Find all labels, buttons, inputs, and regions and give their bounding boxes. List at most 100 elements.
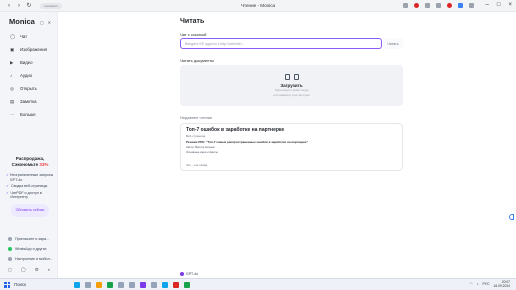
- settings-icon[interactable]: ◻: [8, 267, 12, 273]
- sidebar-item-note[interactable]: ▤ Заметка: [10, 95, 47, 108]
- profile-icon[interactable]: ◯: [21, 267, 26, 273]
- app-icon[interactable]: [118, 281, 124, 288]
- extension-icon[interactable]: [403, 3, 408, 8]
- invite-link[interactable]: Пригласите и зара...: [8, 234, 53, 244]
- sidebar-item-label: Больше: [20, 112, 36, 117]
- language-indicator[interactable]: РУС: [482, 282, 489, 286]
- sidebar-item-label: Изображения: [20, 47, 48, 52]
- taskbar: Поиск ◠ ♪ РУС 20:07 16.09.2024: [0, 278, 516, 290]
- recent-line: Основные идеи и факты: [186, 150, 218, 154]
- sidebar-item-label: Заметка: [20, 99, 37, 104]
- browser-toolbar: ‹ › ↻ monica.im Чтение - Monica – □ ×: [0, 0, 516, 12]
- extension-icon[interactable]: [447, 3, 452, 8]
- minimize-icon[interactable]: –: [486, 2, 489, 8]
- app-icon[interactable]: [162, 281, 168, 288]
- promo-features: ✓ Неограниченные запросы GPT-4o ✓ Сводка…: [6, 173, 54, 200]
- theme-icon[interactable]: ◐: [48, 267, 51, 273]
- sidebar-footer: ◻ ◯ ⚙ ◐: [8, 267, 51, 273]
- back-icon[interactable]: ‹: [6, 3, 12, 9]
- sidebar-item-label: Видео: [20, 60, 33, 65]
- app-icon[interactable]: [184, 281, 190, 288]
- app-icon[interactable]: [85, 281, 91, 288]
- sidebar-item-video[interactable]: ▶ Видео: [10, 56, 47, 69]
- app-icon[interactable]: [107, 281, 113, 288]
- sidebar-item-discover[interactable]: ◎ Открыть: [10, 82, 47, 95]
- wifi-icon[interactable]: ◠: [470, 282, 473, 286]
- url-section-label: Чат с ссылкой: [180, 32, 207, 37]
- sidebar-item-audio[interactable]: ♪ Аудио: [10, 69, 47, 82]
- volume-icon[interactable]: ♪: [477, 282, 479, 286]
- model-selector[interactable]: GPT-4o: [180, 272, 198, 276]
- system-tray: ◠ ♪ РУС 20:07 16.09.2024: [470, 280, 510, 288]
- recent-meta: Веб-страница: [186, 134, 206, 138]
- sidebar-menu: ◯ Чат ▣ Изображения ▶ Видео ♪ Аудио ◎ От…: [10, 30, 47, 121]
- extension-icon[interactable]: [414, 3, 419, 8]
- docs-section-label: Читать документы: [180, 58, 215, 63]
- model-icon: [180, 272, 184, 276]
- chat-icon: ◯: [10, 33, 16, 39]
- promo-feature: ✓ Неограниченные запросы GPT-4o: [6, 173, 54, 182]
- recent-section-label: Недавнее чтение: [180, 115, 213, 120]
- recent-footer: Чат · час назад: [186, 163, 208, 167]
- start-icon[interactable]: [4, 281, 10, 288]
- compass-icon: ◎: [10, 85, 14, 91]
- read-button[interactable]: Читать: [383, 38, 403, 49]
- window-icon[interactable]: ▢: [40, 20, 44, 25]
- sidebar-item-label: Открыть: [20, 86, 37, 91]
- window-controls: – □ ×: [486, 2, 512, 8]
- more-icon: ⋯: [10, 111, 15, 117]
- sidebar-item-images[interactable]: ▣ Изображения: [10, 43, 47, 56]
- whatsapp-icon: [8, 247, 12, 251]
- forward-icon[interactable]: ›: [16, 3, 22, 9]
- app-icon[interactable]: [173, 281, 179, 288]
- note-icon: ▤: [10, 98, 15, 104]
- maximize-icon[interactable]: □: [497, 2, 501, 8]
- upload-dropzone[interactable]: Загрузить Перетащите файл сюда или нажми…: [180, 65, 403, 106]
- browser-app-icon[interactable]: [74, 281, 80, 288]
- phone-icon: [8, 257, 12, 261]
- sidebar-tools: ▢ ✕: [40, 20, 51, 25]
- gear-icon[interactable]: ⚙: [35, 267, 39, 273]
- sidebar-item-label: Чат: [20, 34, 28, 39]
- side-panel-handle[interactable]: [509, 214, 514, 220]
- extension-icon[interactable]: [436, 3, 441, 8]
- whatsapp-link[interactable]: WhatsApp и других: [8, 244, 53, 254]
- menu-icon[interactable]: [469, 3, 474, 8]
- extensions-bar: [403, 3, 474, 8]
- discount-percent: 33%: [39, 162, 49, 167]
- image-icon: ▣: [10, 46, 15, 52]
- app-icon[interactable]: [151, 281, 157, 288]
- clock[interactable]: 20:07 16.09.2024: [493, 280, 510, 288]
- upload-hint: или нажмите для загрузки: [273, 92, 310, 97]
- app-icon[interactable]: [129, 281, 135, 288]
- url-input[interactable]: [180, 38, 382, 49]
- upgrade-button[interactable]: Обновить сейчас: [11, 203, 49, 217]
- promo-feature: ✓ ЧатPDF и доступ в Интернету: [6, 190, 42, 200]
- recent-title: Топ-7 ошибок в заработке на партнерке: [186, 127, 285, 133]
- sidebar-item-label: Аудио: [20, 73, 33, 78]
- mobile-link[interactable]: Настроение и мобил...: [8, 254, 53, 264]
- reload-icon[interactable]: ↻: [26, 3, 32, 9]
- app-icon[interactable]: [140, 281, 146, 288]
- taskbar-apps: [74, 281, 190, 288]
- document-file-icon: [293, 74, 299, 80]
- sidebar-links: Пригласите и зара... WhatsApp и других Н…: [8, 234, 53, 264]
- recent-reading-card[interactable]: Топ-7 ошибок в заработке на партнерке Ве…: [180, 123, 403, 171]
- image-file-icon: [284, 74, 290, 80]
- extension-icon[interactable]: [425, 3, 430, 8]
- address-bar[interactable]: monica.im: [40, 2, 62, 9]
- close-icon[interactable]: ×: [508, 2, 512, 8]
- collapse-icon[interactable]: ✕: [48, 20, 51, 25]
- brand-logo[interactable]: Monica: [9, 17, 35, 26]
- promo-feature: ✓ Сводка веб-страницы: [6, 184, 48, 189]
- extension-icon[interactable]: [458, 3, 463, 8]
- window-title: Чтение - Monica: [240, 3, 276, 8]
- sidebar-item-more[interactable]: ⋯ Больше: [10, 108, 47, 121]
- sidebar-item-chat[interactable]: ◯ Чат: [10, 30, 47, 43]
- taskbar-search[interactable]: Поиск: [14, 282, 54, 287]
- browser-nav: ‹ › ↻: [6, 3, 32, 9]
- page-title: Читать: [180, 18, 205, 25]
- folder-app-icon[interactable]: [96, 281, 102, 288]
- sidebar: Monica ▢ ✕ ◯ Чат ▣ Изображения ▶ Видео ♪…: [0, 12, 58, 278]
- promo-title: Распродажа, Сэкономьте 33%: [11, 156, 49, 167]
